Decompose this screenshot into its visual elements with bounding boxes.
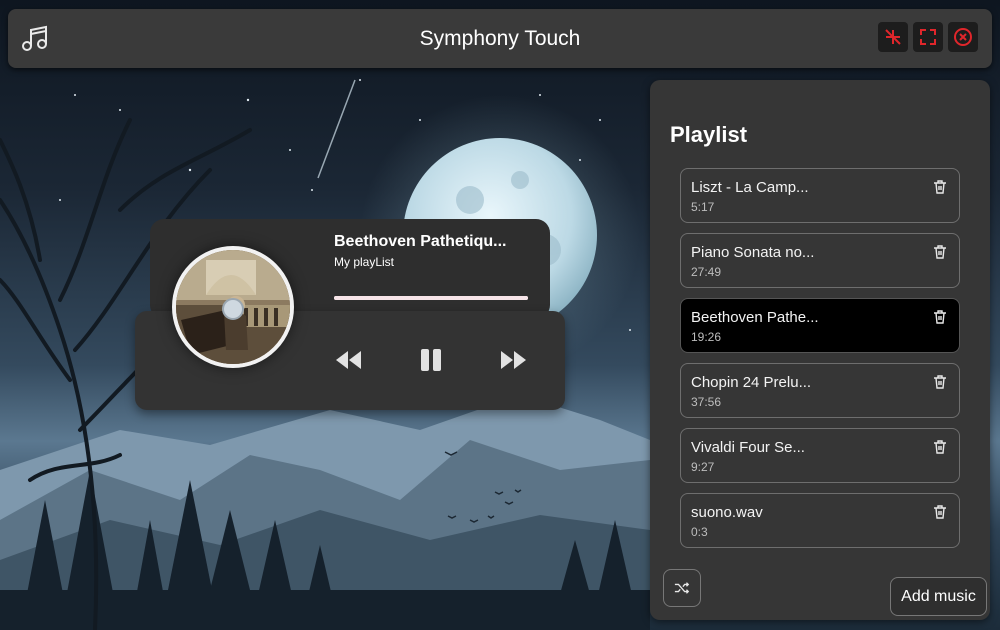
track-name: Piano Sonata no... (691, 244, 815, 261)
trash-icon[interactable] (932, 504, 948, 520)
track-duration: 37:56 (691, 395, 722, 409)
album-spindle (222, 298, 244, 320)
playlist-track[interactable]: Vivaldi Four Se... 9:27 (680, 428, 960, 483)
track-duration: 19:26 (691, 330, 722, 344)
track-duration: 0:3 (691, 525, 708, 539)
app-title: Symphony Touch (419, 27, 581, 50)
track-name: Beethoven Pathe... (691, 309, 819, 326)
minimize-button[interactable] (878, 22, 908, 52)
progress-fill (334, 296, 528, 300)
playlist-track[interactable]: Piano Sonata no... 27:49 (680, 233, 960, 288)
track-duration: 5:17 (691, 200, 715, 214)
trash-icon[interactable] (932, 309, 948, 325)
now-playing-title: Beethoven Pathetiqu... (334, 233, 507, 250)
fullscreen-icon (920, 29, 936, 45)
track-name: suono.wav (691, 504, 763, 521)
track-duration: 9:27 (691, 460, 715, 474)
close-button[interactable] (948, 22, 978, 52)
trash-icon[interactable] (932, 439, 948, 455)
playlist-heading: Playlist (670, 122, 748, 147)
pause-icon (421, 349, 441, 371)
next-button[interactable] (498, 344, 530, 376)
rewind-icon (336, 351, 361, 369)
close-icon (954, 28, 972, 46)
pause-button[interactable] (415, 344, 447, 376)
playlist-name: My playList (334, 255, 395, 269)
progress-bar[interactable] (334, 296, 528, 300)
shuffle-icon (674, 582, 690, 594)
playlist-track[interactable]: Liszt - La Camp... 5:17 (680, 168, 960, 223)
track-name: Liszt - La Camp... (691, 179, 809, 196)
track-name: Vivaldi Four Se... (691, 439, 805, 456)
minimize-icon (885, 29, 901, 45)
trash-icon[interactable] (932, 179, 948, 195)
add-music-button[interactable]: Add music (890, 577, 987, 616)
shuffle-button[interactable] (663, 569, 701, 607)
playlist-track[interactable]: Chopin 24 Prelu... 37:56 (680, 363, 960, 418)
playlist-panel: Playlist Liszt - La Camp... 5:17 Piano S… (650, 80, 990, 620)
previous-button[interactable] (332, 344, 364, 376)
fast-forward-icon (501, 351, 526, 369)
trash-icon[interactable] (932, 244, 948, 260)
track-name: Chopin 24 Prelu... (691, 374, 812, 391)
trash-icon[interactable] (932, 374, 948, 390)
playlist-track-active[interactable]: Beethoven Pathe... 19:26 (680, 298, 960, 353)
title-bar: Symphony Touch (8, 9, 992, 68)
playlist-track[interactable]: suono.wav 0:3 (680, 493, 960, 548)
track-duration: 27:49 (691, 265, 722, 279)
fullscreen-button[interactable] (913, 22, 943, 52)
